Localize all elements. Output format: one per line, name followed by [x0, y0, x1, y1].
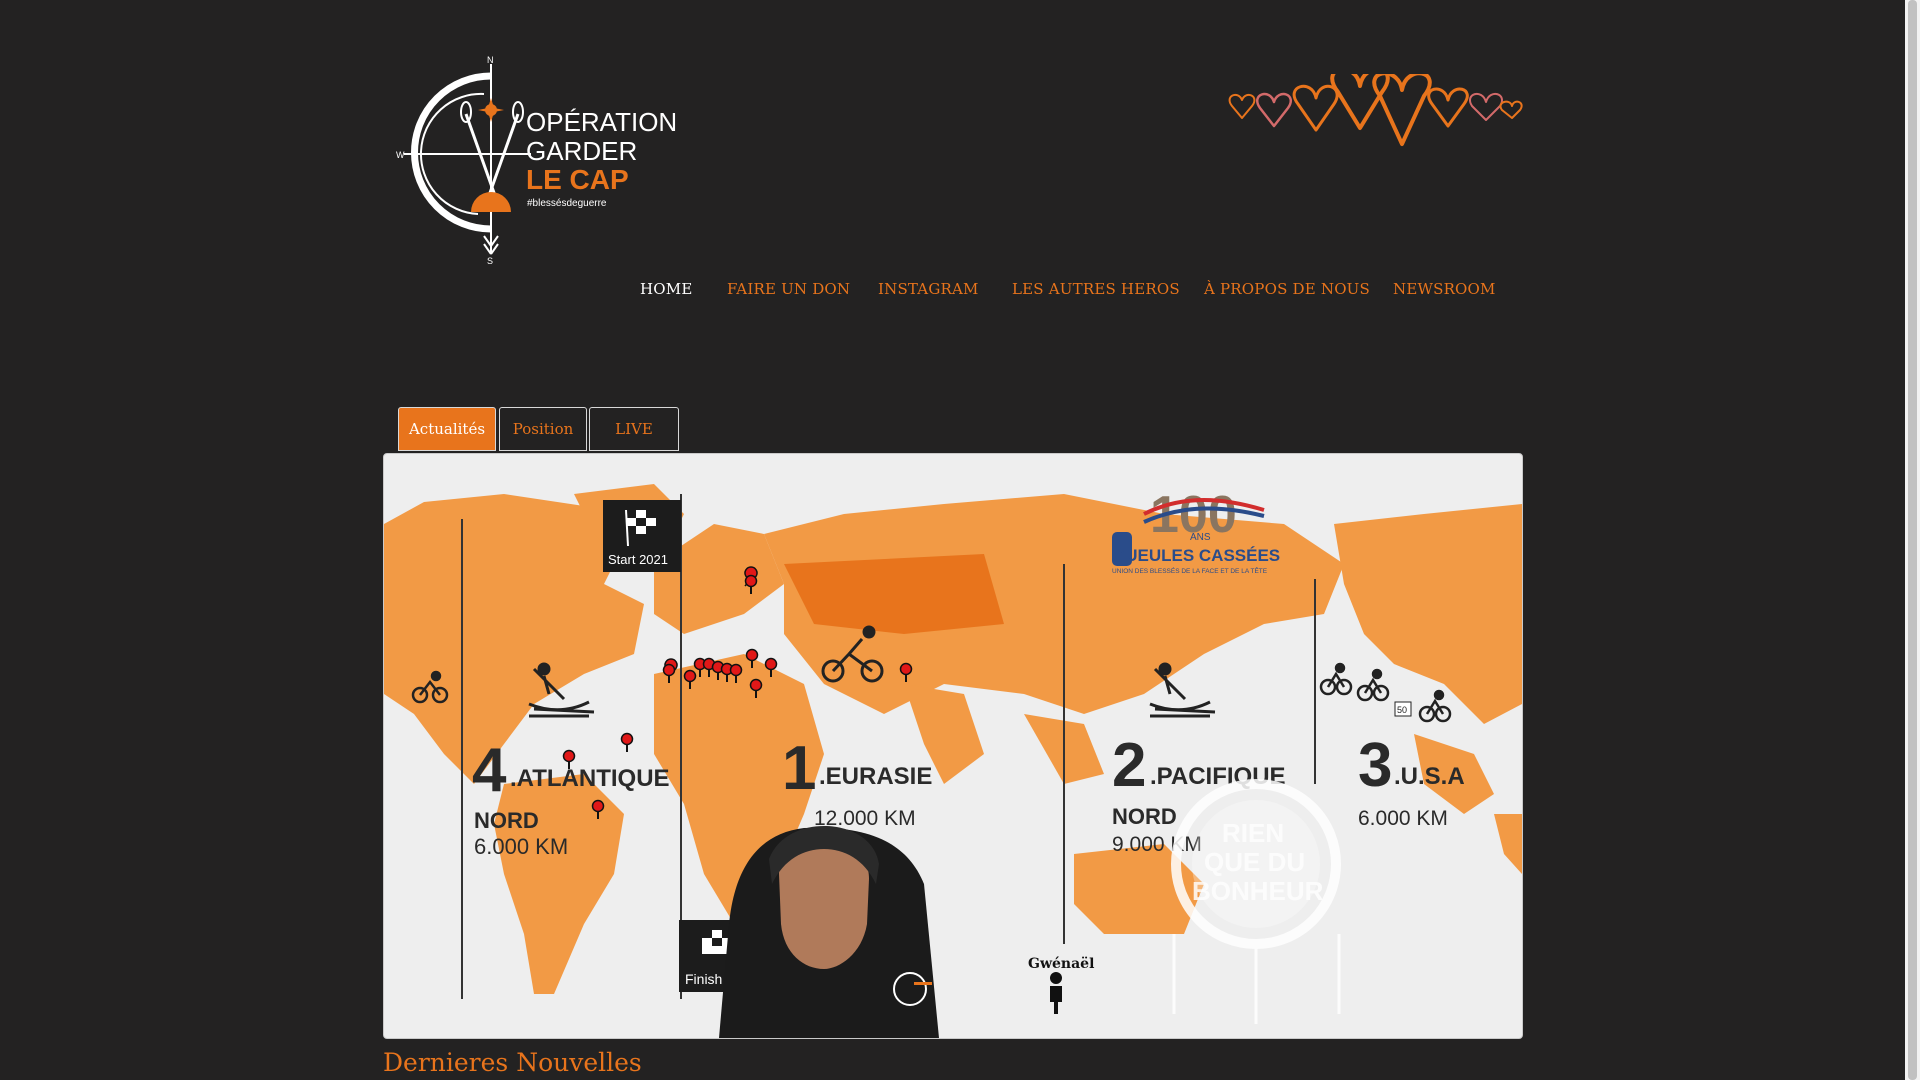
svg-text:1: 1 [782, 734, 816, 803]
cyclist-icon [1356, 668, 1390, 702]
svg-text:9.000 KM: 9.000 KM [1112, 833, 1202, 856]
cyclist-icon [1319, 662, 1353, 696]
start-flag-sign: Start 2021 [603, 500, 681, 572]
speed-sign-icon: 50 [1394, 701, 1412, 717]
person-marker-label: Gwénaël [1028, 956, 1094, 972]
site-logo[interactable]: N W S OPÉRATION GARDER LE CAP #blessésde… [396, 54, 686, 266]
hooded-man-photo [719, 826, 939, 1038]
rien-que-du-bonheur-badge: RIEN QUE DU BONHEUR [1171, 779, 1341, 1024]
logo-compass-w: W [396, 150, 405, 160]
svg-text:4: 4 [472, 736, 507, 805]
logo-line-1: OPÉRATION [526, 107, 677, 137]
logo-line-2: GARDER [526, 136, 637, 166]
nav-les-autres-heros[interactable]: LES AUTRES HEROS [1012, 280, 1180, 298]
logo-compass-n: N [487, 55, 494, 65]
svg-text:NORD: NORD [1112, 804, 1177, 829]
svg-text:2: 2 [1112, 731, 1146, 800]
svg-text:RIEN: RIEN [1222, 818, 1284, 848]
route-map-panel: Start 2021 Finish ? 100 ANS GUEULES CASS… [383, 453, 1523, 1039]
kayak-icon [1149, 662, 1216, 718]
svg-text:6.000 KM: 6.000 KM [1358, 807, 1448, 830]
logo-compass-s: S [487, 256, 493, 266]
main-navigation: HOME FAIRE UN DON INSTAGRAM LES AUTRES H… [615, 280, 1515, 308]
gueules-subtitle: UNION DES BLESSÉS DE LA FACE ET DE LA TÊ… [1112, 566, 1268, 575]
svg-text:BONHEUR: BONHEUR [1192, 876, 1324, 906]
leg-1-eurasie: 1 .EURASIE 12.000 KM [782, 734, 932, 830]
svg-text:3: 3 [1358, 731, 1392, 800]
tab-actualites[interactable]: Actualités [398, 407, 496, 451]
world-route-map: Start 2021 Finish ? 100 ANS GUEULES CASS… [384, 484, 1522, 1038]
nav-faire-un-don[interactable]: FAIRE UN DON [727, 280, 850, 298]
page-scrollbar-thumb[interactable] [1908, 0, 1917, 1080]
dernieres-nouvelles-heading: Dernieres Nouvelles [383, 1048, 642, 1077]
speed-sign-label: 50 [1397, 705, 1407, 715]
compass-logo-icon [404, 64, 531, 255]
world-landmass [384, 484, 1522, 994]
gueules-name: GUEULES CASSÉES [1112, 546, 1280, 565]
tab-live[interactable]: LIVE [589, 407, 679, 451]
hearts-garland-icon [1220, 67, 1525, 164]
gueules-ans: ANS [1190, 532, 1211, 543]
svg-text:.EURASIE: .EURASIE [819, 763, 932, 790]
nav-newsroom[interactable]: NEWSROOM [1393, 280, 1496, 298]
svg-text:.U.S.A: .U.S.A [1394, 763, 1465, 790]
svg-text:NORD: NORD [474, 808, 539, 833]
person-marker-icon [1050, 972, 1062, 1014]
svg-text:6.000 KM: 6.000 KM [474, 834, 568, 859]
tab-position[interactable]: Position [499, 407, 587, 451]
svg-text:.ATLANTIQUE: .ATLANTIQUE [510, 765, 670, 792]
nav-a-propos-de-nous[interactable]: À PROPOS DE NOUS [1204, 280, 1370, 298]
cyclist-icon [1418, 689, 1452, 723]
svg-text:QUE DU: QUE DU [1204, 847, 1305, 877]
logo-line-3: LE CAP [526, 164, 629, 195]
nav-instagram[interactable]: INSTAGRAM [878, 280, 979, 298]
logo-hashtag: #blessésdeguerre [527, 198, 607, 209]
start-flag-label: Start 2021 [608, 552, 668, 567]
nav-home[interactable]: HOME [640, 280, 693, 298]
